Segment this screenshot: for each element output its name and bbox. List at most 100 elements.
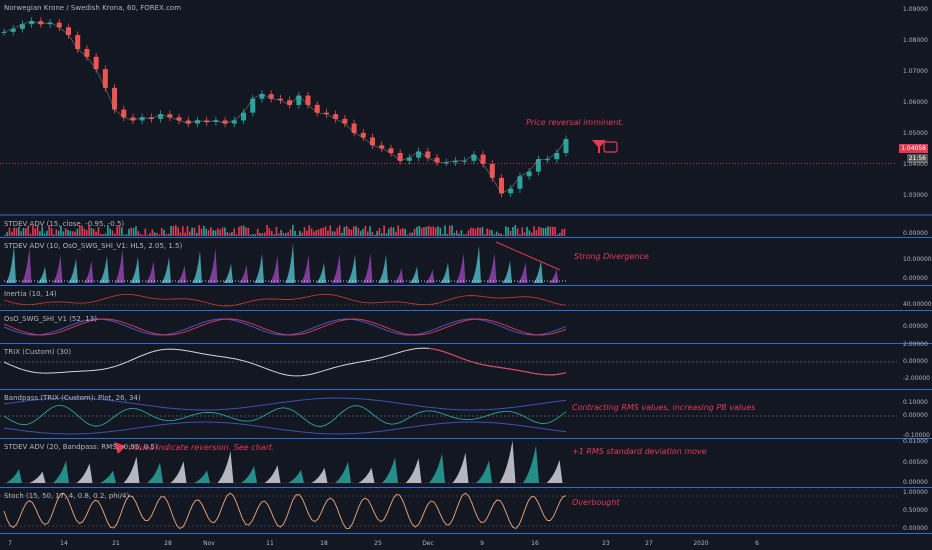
stdev1-bar <box>125 234 128 236</box>
stdev1-bar <box>516 228 519 236</box>
stdev1-bar <box>217 228 219 236</box>
stdev1-bar <box>402 227 404 236</box>
stdev1-bar <box>362 229 364 236</box>
stdev1-bar <box>486 228 488 236</box>
stdev1-bar <box>395 231 397 236</box>
stdev2-spike <box>517 261 528 283</box>
panel-label-oso: OsO_SWG_SHI_V1 (52, 13) <box>4 315 97 323</box>
price-axis-tick: 1.09000 <box>903 6 928 14</box>
stdev1-bar <box>523 232 526 236</box>
stdev1-bar <box>556 234 559 236</box>
x-axis-tick: 6 <box>755 540 759 547</box>
price-axis-tick: 1.03000 <box>903 192 928 200</box>
stdev1-bar <box>205 228 207 236</box>
stdev1-bar <box>156 232 158 236</box>
chart-stage: Norwegian Krone / Swedish Krona, 60, FOR… <box>0 0 932 550</box>
stdev1-bar <box>62 231 65 236</box>
stdev1-bar <box>212 230 215 236</box>
stdev1-bar <box>469 227 472 236</box>
stdev1-bar <box>249 234 252 236</box>
stdev3-spike <box>476 460 492 483</box>
stdev1-bar <box>448 225 451 236</box>
stdev1-bar <box>245 227 247 236</box>
stdev1-bar <box>214 230 217 236</box>
stdev1-bar <box>409 232 411 236</box>
stdev1-bar <box>242 225 245 236</box>
panel-axis-tick: 0.00000 <box>903 479 928 486</box>
stdev1-bar <box>254 234 257 236</box>
stdev1-bar <box>502 234 505 236</box>
stdev1-bar <box>191 227 193 236</box>
stdev1-bar <box>165 233 168 236</box>
stdev1-bar <box>109 228 111 236</box>
stdev1-bar <box>399 229 402 236</box>
stdev1-bar <box>186 226 189 236</box>
panel-label-stoch: Stoch (15, 50, 17, 4, 0.8, 0.2, phi/4) <box>4 492 130 500</box>
stdev2-spike <box>440 262 450 283</box>
stdev1-bar <box>114 233 116 236</box>
panel-label-trix: TRIX (Custom) (30) <box>4 348 72 356</box>
stdev1-bar <box>451 225 453 236</box>
stdev1-bar <box>296 234 299 236</box>
inertia-line <box>3 293 567 307</box>
stdev2-spike <box>471 245 481 283</box>
stdev1-bar <box>481 226 484 236</box>
stdev1-bar <box>224 227 226 236</box>
panel-label-stdev2: STDEV ADV (10, OsO_SWG_SHI_V1: HL5, 2.05… <box>4 242 183 250</box>
price-axis-tick: 1.08000 <box>903 37 928 45</box>
chart-canvas <box>0 17 932 534</box>
x-axis-tick: 7 <box>8 540 12 547</box>
panel-axis-tick: 0.10000 <box>903 399 928 406</box>
stdev1-bar <box>446 234 449 236</box>
stdev1-bar <box>535 230 538 236</box>
stdev1-bar <box>355 226 357 236</box>
stdev1-bar <box>383 225 385 236</box>
stdev1-bar <box>259 233 261 236</box>
stdev1-bar <box>369 226 371 236</box>
panel-axis-tick: 0.01000 <box>903 438 928 445</box>
stdev1-bar <box>505 226 507 236</box>
x-axis-tick: 14 <box>60 540 68 547</box>
stdev1-bar <box>455 230 458 236</box>
stdev1-bar <box>196 233 198 236</box>
stdev1-bar <box>184 232 186 236</box>
stdev2-spike <box>409 266 419 283</box>
stdev1-bar <box>219 229 222 236</box>
current-price-badge: 1.04058 <box>899 144 928 153</box>
trix-highlight-line <box>428 347 567 376</box>
stdev3-spike <box>29 471 46 483</box>
stdev1-bar <box>472 227 474 236</box>
stdev1-bar <box>547 226 549 236</box>
stdev1-bar <box>488 229 491 236</box>
stdev1-bar <box>172 226 175 236</box>
stdev1-bar <box>221 227 224 236</box>
stdev1-bar <box>57 230 60 236</box>
stdev1-bar <box>514 225 517 236</box>
x-axis-tick: 28 <box>164 540 172 547</box>
stdev1-bar <box>341 232 343 236</box>
stdev1-bar <box>310 228 313 236</box>
stdev2-spike <box>52 255 63 283</box>
stdev1-bar <box>270 231 273 236</box>
x-axis-tick: 18 <box>320 540 328 547</box>
stdev1-bar <box>149 233 151 236</box>
stdev1-bar <box>385 233 388 236</box>
stdev1-bar <box>315 230 318 236</box>
stdev1-bar <box>484 234 486 236</box>
stdev1-bar <box>465 234 467 236</box>
stdev1-bar <box>406 234 409 236</box>
stdev3-spike <box>241 465 257 483</box>
stdev2-spike <box>130 256 140 283</box>
stdev1-bar <box>266 225 268 236</box>
stdev1-bar <box>526 226 528 236</box>
stdev1-bar <box>137 231 140 236</box>
stdev1-bar <box>210 227 212 236</box>
stdev1-bar <box>240 225 243 236</box>
stdev1-bar <box>256 228 259 236</box>
stdev1-bar <box>345 225 348 236</box>
stdev1-bar <box>381 233 383 236</box>
stdev3-spike <box>429 453 445 483</box>
stdev1-bar <box>491 230 493 236</box>
stdev1-bar <box>90 227 93 236</box>
stdev1-bar <box>462 234 465 236</box>
